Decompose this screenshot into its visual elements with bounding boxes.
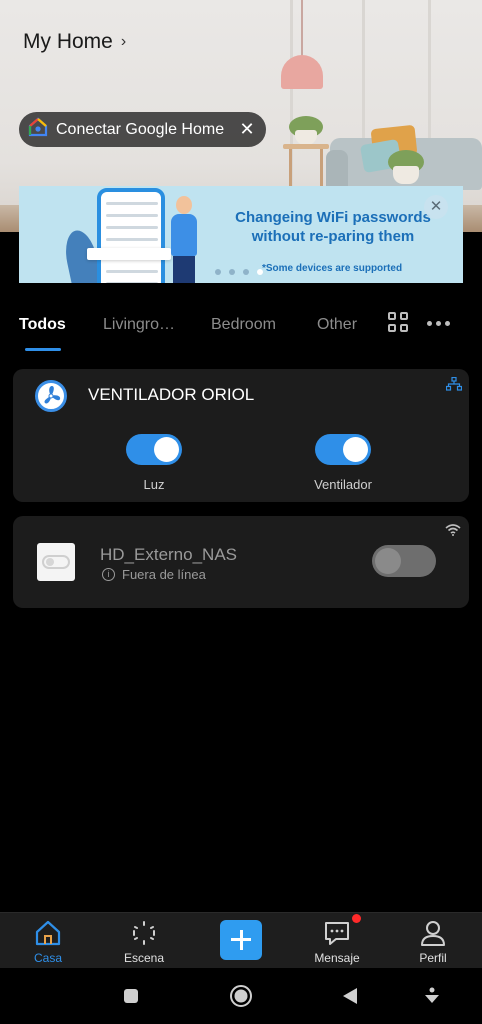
nav-mensaje[interactable]: Mensaje <box>297 913 377 969</box>
google-home-icon <box>28 117 48 142</box>
headline-line: without re-paring them <box>251 228 415 245</box>
lamp-icon <box>281 55 323 89</box>
message-icon <box>325 922 349 945</box>
system-navigation <box>0 968 482 1024</box>
person-body <box>171 214 197 256</box>
status-text: Fuera de línea <box>122 567 206 582</box>
popup-illustration <box>87 248 171 260</box>
device-status: i Fuera de línea <box>102 567 206 582</box>
nav-label: Casa <box>33 951 62 965</box>
chevron-right-icon: › <box>120 33 127 50</box>
pagination-dot <box>243 269 249 275</box>
nav-label: Escena <box>123 951 165 965</box>
banner-note: *Some devices are supported <box>262 263 403 274</box>
switch-device-icon <box>37 543 75 581</box>
wifi-icon <box>445 523 461 541</box>
page-title: My Home <box>23 30 113 53</box>
tab-other[interactable]: Other <box>317 316 357 334</box>
nav-escena[interactable]: Escena <box>104 913 184 969</box>
toggle-knob <box>154 437 179 462</box>
pot <box>295 130 317 145</box>
tab-todos[interactable]: Todos <box>19 316 66 334</box>
connect-google-home-chip[interactable]: Conectar Google Home ✕ <box>19 112 266 147</box>
nav-label: Mensaje <box>314 951 360 965</box>
pagination-dot <box>215 269 221 275</box>
fan-icon <box>35 380 67 412</box>
person-legs <box>173 256 195 283</box>
lamp-cord <box>301 0 303 58</box>
home-selector[interactable]: My Home › <box>23 30 126 54</box>
more-options-icon[interactable] <box>427 321 450 326</box>
profile-icon <box>421 921 445 946</box>
home-icon <box>35 920 61 946</box>
recents-icon[interactable] <box>123 988 139 1009</box>
phone-illustration <box>97 188 165 283</box>
ventilador-label: Ventilador <box>314 477 372 492</box>
back-icon[interactable] <box>341 987 359 1010</box>
notification-badge <box>352 914 361 923</box>
ventilador-toggle[interactable] <box>315 434 371 465</box>
table-leg <box>320 149 323 189</box>
pagination-dot <box>229 269 235 275</box>
close-icon[interactable]: ✕ <box>238 119 256 140</box>
active-tab-indicator <box>25 348 61 351</box>
info-icon: i <box>102 568 115 581</box>
chip-label: Conectar Google Home <box>56 120 225 138</box>
nas-toggle[interactable] <box>372 545 436 577</box>
keyboard-hide-icon[interactable] <box>424 987 440 1010</box>
home-circle-icon[interactable] <box>229 984 253 1013</box>
device-card-ventilador[interactable]: VENTILADOR ORIOL Luz Ventilador <box>13 369 469 502</box>
nav-label: Perfil <box>419 951 447 965</box>
person-illustration <box>176 196 192 214</box>
pot <box>393 166 419 184</box>
device-name: HD_Externo_NAS <box>100 545 238 564</box>
add-device-button[interactable] <box>220 920 262 960</box>
device-card-nas[interactable]: HD_Externo_NAS i Fuera de línea <box>13 516 469 608</box>
headline-line: Changeing WiFi passwords <box>235 209 431 226</box>
tab-bedroom[interactable]: Bedroom <box>211 316 276 334</box>
nav-perfil[interactable]: Perfil <box>393 913 473 969</box>
toggle-knob <box>375 548 401 574</box>
grid-view-icon[interactable] <box>388 312 410 334</box>
luz-toggle[interactable] <box>126 434 182 465</box>
network-icon <box>445 376 463 396</box>
banner-pagination <box>215 269 263 275</box>
banner-close-icon[interactable]: ✕ <box>424 195 448 219</box>
luz-label: Luz <box>143 477 165 492</box>
nav-casa[interactable]: Casa <box>8 913 88 969</box>
device-name: VENTILADOR ORIOL <box>88 385 255 404</box>
promo-banner[interactable]: Changeing WiFi passwords without re-pari… <box>19 186 463 283</box>
table-leg <box>289 149 292 189</box>
tab-livingroom[interactable]: Livingro… <box>103 316 175 334</box>
toggle-knob <box>343 437 368 462</box>
banner-headline: Changeing WiFi passwords without re-pari… <box>209 208 457 246</box>
scene-icon <box>133 921 155 945</box>
